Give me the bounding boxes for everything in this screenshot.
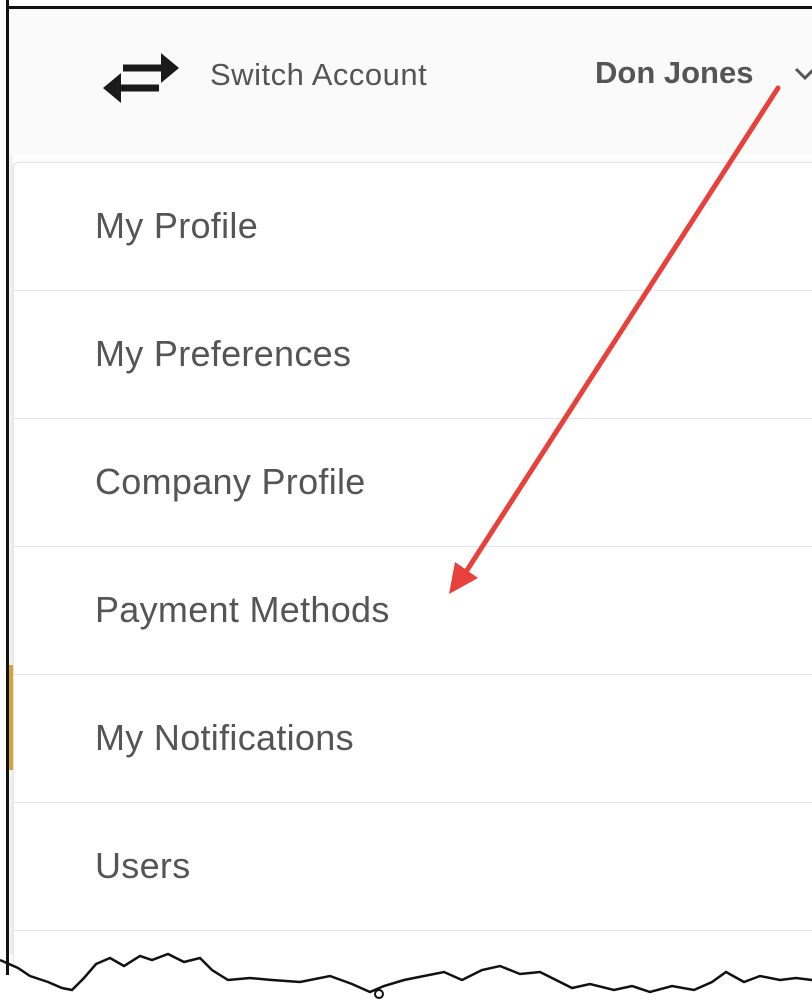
frame-left-border [6,0,9,975]
menu-item-company-profile[interactable]: Company Profile [14,419,812,547]
menu-item-my-preferences[interactable]: My Preferences [14,291,812,419]
menu-item-label: Users [95,845,191,886]
menu-item-users[interactable]: Users [14,803,812,931]
menu-item-label: My Preferences [95,333,352,374]
menu-item-my-profile[interactable]: My Profile [14,163,812,291]
frame-top-border [6,6,812,9]
menu-item-label: Company Profile [95,461,366,502]
menu-item-my-notifications[interactable]: My Notifications [14,675,812,803]
menu-item-label: My Notifications [95,717,354,758]
user-dropdown-menu: My Profile My Preferences Company Profil… [13,162,812,993]
menu-item-label: Payment Methods [95,589,390,630]
switch-account-link[interactable]: Switch Account [210,57,427,93]
chevron-down-icon[interactable] [792,64,812,84]
top-header: Switch Account Don Jones [9,9,812,154]
screenshot-frame: Switch Account Don Jones My Profile My P… [0,0,812,1007]
switch-arrows-icon[interactable] [103,49,179,105]
menu-item-label: My Profile [95,205,259,246]
user-menu-toggle[interactable]: Don Jones [595,55,753,91]
torn-edge [0,952,812,1007]
menu-item-payment-methods[interactable]: Payment Methods [14,547,812,675]
